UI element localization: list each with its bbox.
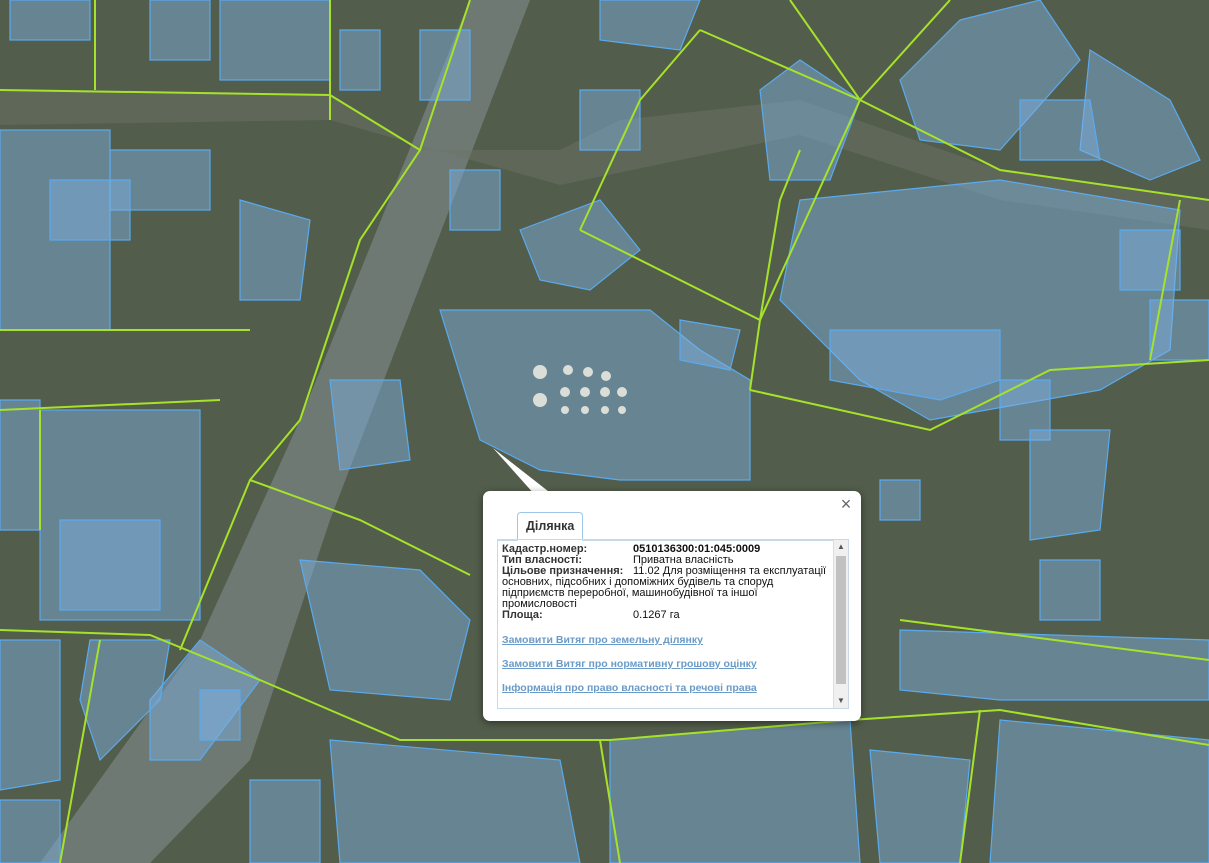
field-purpose: Цільове призначення: 11.02 Для розміщенн… [502,566,830,610]
order-parcel-extract-link[interactable]: Замовити Витяг про земельну ділянку [502,635,830,646]
ownership-rights-info-link[interactable]: Інформація про право власності та речові… [502,683,830,694]
parcel-popup: × Ділянка Кадастр.номер: 0510136300:01:0… [483,491,861,721]
popup-pointer [493,448,553,495]
parcel-info: Кадастр.номер: 0510136300:01:045:0009 Ти… [502,544,830,694]
popup-content[interactable]: Кадастр.номер: 0510136300:01:045:0009 Ти… [497,539,849,709]
tab-parcel[interactable]: Ділянка [517,512,584,541]
field-value: 0.1267 га [633,609,680,621]
popup-tab-strip: Ділянка [497,512,847,541]
field-area: Площа: 0.1267 га [502,610,830,621]
field-value: 11.02 Для розміщення та експлуатації осн… [502,565,827,610]
scrollbar-thumb[interactable] [836,556,846,684]
scroll-down-icon[interactable]: ▼ [834,694,848,708]
popup-scrollbar[interactable]: ▲ ▼ [833,540,848,708]
scroll-up-icon[interactable]: ▲ [834,540,848,554]
order-valuation-extract-link[interactable]: Замовити Витяг про нормативну грошову оц… [502,659,830,670]
field-label: Площа: [502,609,543,621]
close-icon[interactable]: × [837,495,855,513]
satellite-map[interactable] [0,0,1209,863]
